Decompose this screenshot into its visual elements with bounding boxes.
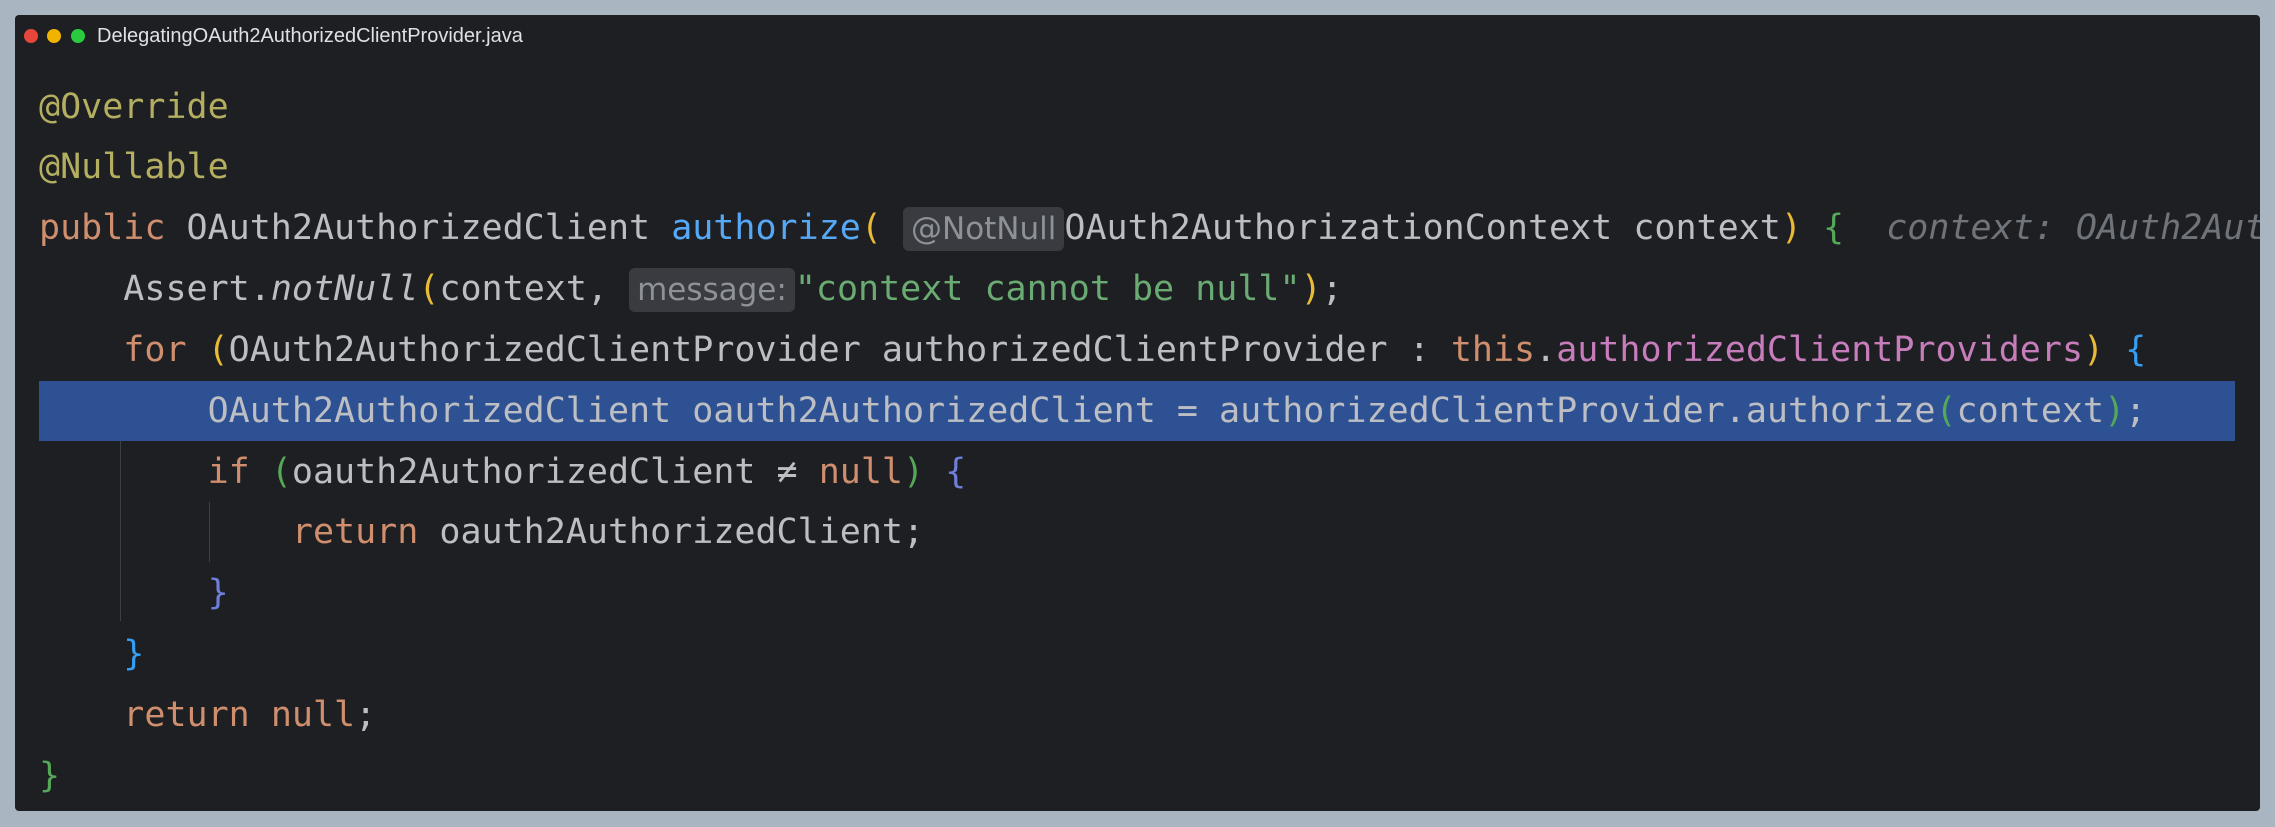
code-line-3[interactable]: public OAuth2AuthorizedClient authorize(… xyxy=(39,198,2260,258)
parameter: OAuth2AuthorizationContext context xyxy=(1064,208,1781,248)
method-notnull: notNull xyxy=(270,269,419,309)
code-line-4[interactable]: Assert.notNull(context, message: "context… xyxy=(39,259,2260,319)
open-brace: { xyxy=(1822,208,1845,248)
keyword-return: return xyxy=(123,695,250,735)
notnull-hint: @NotNull xyxy=(903,207,1065,251)
code-line-5[interactable]: for (OAuth2AuthorizedClientProvider auth… xyxy=(39,320,2260,380)
keyword-this: this xyxy=(1450,330,1536,370)
window-title: DelegatingOAuth2AuthorizedClientProvider… xyxy=(97,25,523,47)
open-brace: { xyxy=(945,452,967,492)
annotation-override: @Override xyxy=(39,87,229,127)
close-brace: } xyxy=(207,573,229,613)
open-paren: ( xyxy=(207,330,229,370)
title-bar: DelegatingOAuth2AuthorizedClientProvider… xyxy=(15,15,2260,55)
code-line-8[interactable]: return oauth2AuthorizedClient; xyxy=(39,502,2260,562)
maximize-window-icon[interactable] xyxy=(71,29,85,43)
condition: oauth2AuthorizedClient ≠ xyxy=(291,452,819,492)
keyword-if: if xyxy=(207,452,250,492)
keyword-null: null xyxy=(818,452,903,492)
keyword-for: for xyxy=(123,330,187,370)
method-name: authorize xyxy=(671,208,861,248)
code-editor[interactable]: @Override @Nullable public OAuth2Authori… xyxy=(15,77,2260,796)
semicolon: ; xyxy=(355,695,377,735)
code-line-10[interactable]: } xyxy=(39,624,2260,684)
open-paren: ( xyxy=(860,208,882,248)
semicolon: ; xyxy=(1321,269,1343,309)
open-paren: ( xyxy=(418,269,440,309)
parameter-hint: message: xyxy=(629,268,795,312)
field-name: authorizedClientProviders xyxy=(1556,330,2084,370)
return-type: OAuth2AuthorizedClient xyxy=(186,208,651,248)
close-paren: ) xyxy=(1780,208,1802,248)
close-window-icon[interactable] xyxy=(24,29,38,43)
code-line-1[interactable]: @Override xyxy=(39,77,2260,137)
close-paren: ) xyxy=(2104,391,2126,431)
close-paren: ) xyxy=(1300,269,1322,309)
keyword-public: public xyxy=(39,208,166,248)
minimize-window-icon[interactable] xyxy=(47,29,61,43)
close-brace: } xyxy=(39,756,61,796)
code-line-6-selected[interactable]: OAuth2AuthorizedClient oauth2AuthorizedC… xyxy=(39,381,2235,441)
open-paren: ( xyxy=(270,452,292,492)
string-literal: "context cannot be null" xyxy=(794,269,1301,309)
code-line-9[interactable]: } xyxy=(39,563,2260,623)
code-line-2[interactable]: @Nullable xyxy=(39,137,2260,197)
open-brace: { xyxy=(2125,330,2147,370)
open-paren: ( xyxy=(1935,391,1957,431)
code-line-12[interactable]: } xyxy=(39,746,2260,806)
keyword-return: return xyxy=(291,512,419,552)
code-line-7[interactable]: if (oauth2AuthorizedClient ≠ null) { xyxy=(39,442,2260,502)
close-brace: } xyxy=(123,634,145,674)
loop-declaration: OAuth2AuthorizedClientProvider authorize… xyxy=(228,330,1451,370)
close-paren: ) xyxy=(902,452,925,492)
inlay-type-hint: context: OAuth2AuthorizationContext xyxy=(1886,208,2260,248)
return-value: oauth2AuthorizedClient; xyxy=(439,512,925,552)
argument: context xyxy=(1956,391,2105,431)
semicolon: ; xyxy=(2125,391,2147,431)
assignment: OAuth2AuthorizedClient oauth2AuthorizedC… xyxy=(207,391,1936,431)
dot: . xyxy=(1535,330,1557,370)
code-line-11[interactable]: return null; xyxy=(39,685,2260,745)
editor-window: DelegatingOAuth2AuthorizedClientProvider… xyxy=(15,15,2260,811)
annotation-nullable: @Nullable xyxy=(39,147,229,187)
receiver: Assert. xyxy=(123,269,271,309)
close-paren: ) xyxy=(2083,330,2105,370)
keyword-null: null xyxy=(270,695,356,735)
argument: context, xyxy=(439,269,630,309)
